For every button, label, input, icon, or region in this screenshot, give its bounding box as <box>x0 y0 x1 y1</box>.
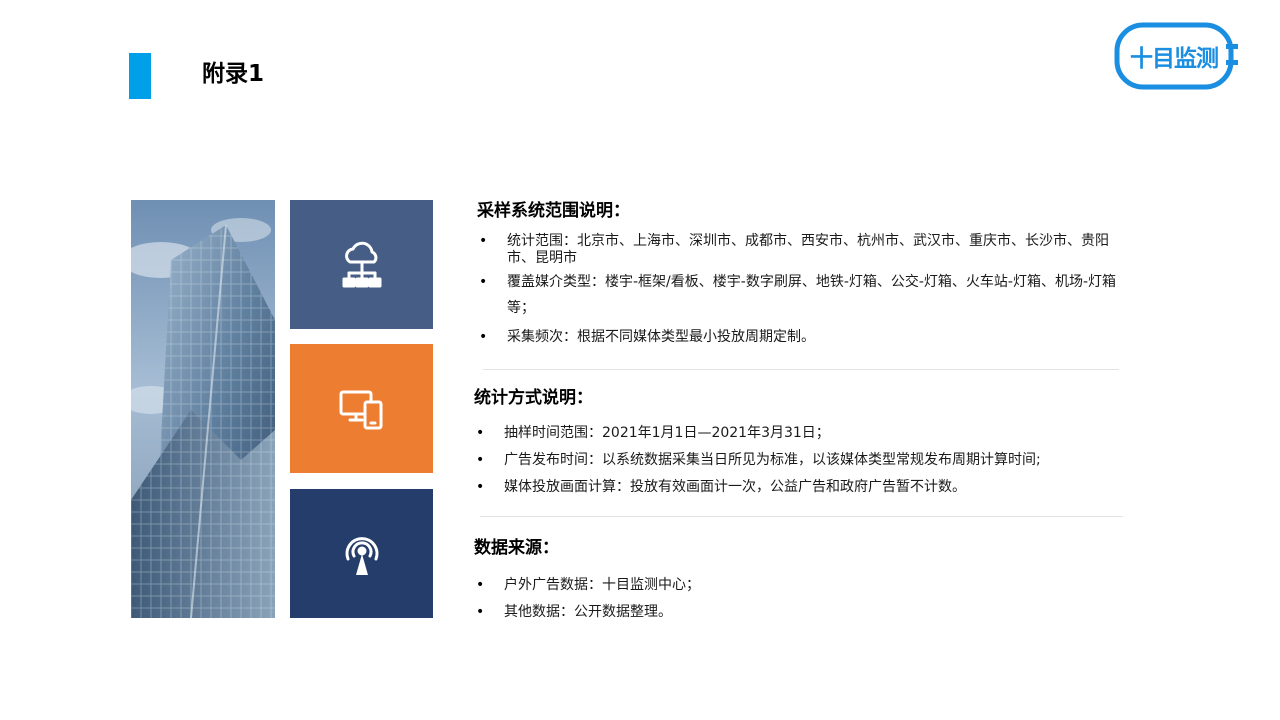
devices-icon <box>339 390 382 429</box>
list-item: 媒体投放画面计算：投放有效画面计一次，公益广告和政府广告暂不计数。 <box>476 474 1124 501</box>
tile-cloud-network <box>290 200 433 329</box>
list-item: 抽样时间范围：2021年1月1日—2021年3月31日； <box>476 420 1124 447</box>
brand-logo: 十目监测 <box>1114 22 1240 90</box>
section-divider <box>480 516 1123 517</box>
list-item: 覆盖媒介类型：楼宇-框架/看板、楼宇-数字刷屏、地铁-灯箱、公交-灯箱、火车站-… <box>479 269 1117 324</box>
section-title-statistics: 统计方式说明： <box>474 388 593 408</box>
list-item: 户外广告数据：十目监测中心； <box>476 572 1124 599</box>
section-title-source: 数据来源： <box>474 538 559 558</box>
tile-devices <box>290 344 433 473</box>
list-item: 统计范围：北京市、上海市、深圳市、成都市、西安市、杭州市、武汉市、重庆市、长沙市… <box>479 233 1117 269</box>
sampling-list: 统计范围：北京市、上海市、深圳市、成都市、西安市、杭州市、武汉市、重庆市、长沙市… <box>479 233 1117 350</box>
list-item: 其他数据：公开数据整理。 <box>476 599 1124 626</box>
cloud-network-icon <box>342 241 381 287</box>
list-item: 广告发布时间：以系统数据采集当日所见为标准，以该媒体类型常规发布周期计算时间; <box>476 447 1124 474</box>
title-accent-bar <box>129 53 151 99</box>
source-list: 户外广告数据：十目监测中心； 其他数据：公开数据整理。 <box>476 572 1124 626</box>
logo-text: 十目监测 <box>1130 46 1219 72</box>
building-photo <box>131 200 275 618</box>
list-item: 采集频次：根据不同媒体类型最小投放周期定制。 <box>479 324 1117 350</box>
section-divider <box>483 369 1119 370</box>
section-title-sampling: 采样系统范围说明： <box>477 201 630 221</box>
page-title: 附录1 <box>202 61 265 87</box>
broadcast-tower-icon <box>345 536 378 575</box>
statistics-list: 抽样时间范围：2021年1月1日—2021年3月31日； 广告发布时间：以系统数… <box>476 420 1124 501</box>
tile-broadcast <box>290 489 433 618</box>
